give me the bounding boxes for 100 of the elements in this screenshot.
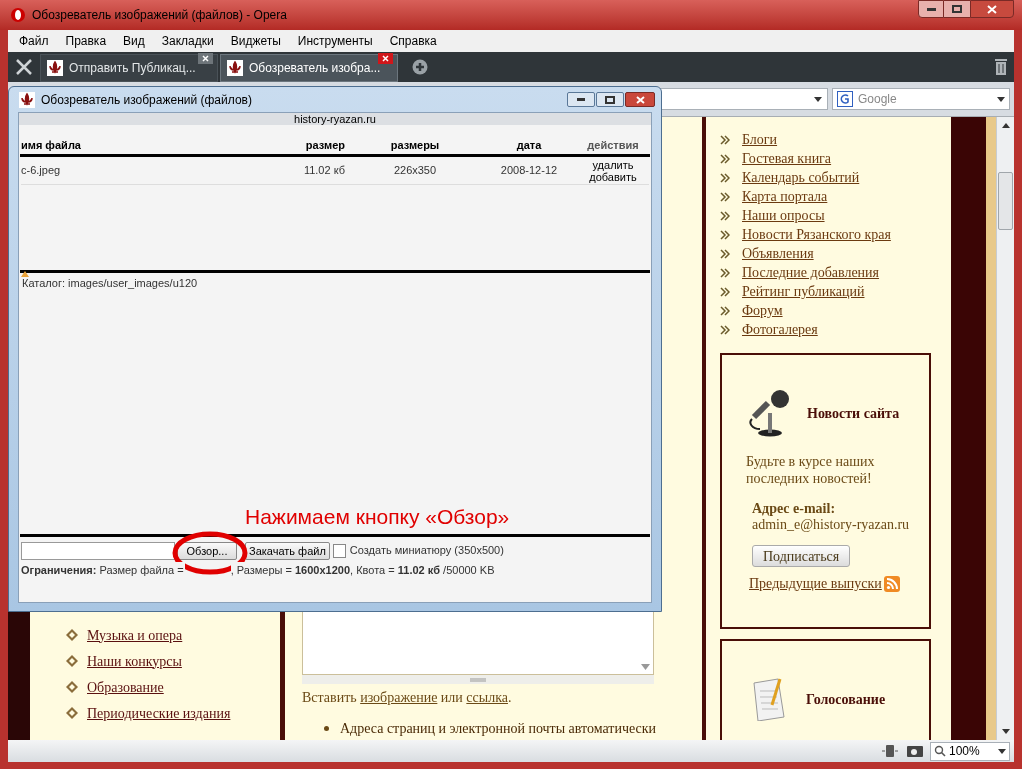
notepad-icon	[752, 677, 788, 721]
file-path-field[interactable]	[21, 541, 175, 560]
minimize-button[interactable]	[918, 0, 944, 18]
dropdown-arrow-icon[interactable]	[998, 748, 1006, 754]
archive-link[interactable]: Предыдущие выпуски	[749, 573, 882, 594]
table-cell-text: 11.02 кб	[302, 163, 345, 179]
catalog-path: Каталог: images/user_images/u120	[22, 276, 198, 292]
nav-link[interactable]: Календарь событий	[742, 167, 860, 188]
action-link[interactable]: добавить	[589, 170, 637, 183]
double-arrow-bullet-icon	[720, 324, 730, 335]
annotation-text: Нажимаем кнопку «Обзор»	[245, 503, 510, 530]
tab-label: Отправить Публикац...	[69, 60, 196, 77]
add-tab-icon[interactable]	[412, 59, 428, 75]
menu-item[interactable]: Инструменты	[290, 32, 380, 50]
close-icon	[202, 55, 209, 62]
nav-link[interactable]: Фотогалерея	[742, 319, 818, 340]
tab-close-button[interactable]	[198, 53, 213, 64]
double-arrow-bullet-icon	[720, 191, 730, 202]
browser-tab[interactable]: Обозреватель изобра...	[220, 54, 398, 82]
table-cell-text: 226x350	[392, 163, 438, 179]
close-icon	[382, 55, 389, 62]
nav-link[interactable]: Рейтинг публикаций	[742, 281, 865, 302]
column-header: действия	[586, 138, 640, 152]
menu-item[interactable]: Виджеты	[223, 32, 288, 50]
microphone-icon	[746, 389, 792, 437]
zoom-level: 100%	[949, 743, 980, 760]
nav-link[interactable]: Наши опросы	[742, 205, 825, 226]
dropdown-arrow-icon[interactable]	[997, 96, 1005, 102]
subscribe-button[interactable]: Подписаться	[752, 545, 851, 567]
action-link[interactable]: удалить	[592, 158, 634, 171]
tab-close-button[interactable]	[378, 53, 393, 64]
insert-instructions: Вставить изображение или ссылка.	[302, 689, 513, 707]
search-placeholder: Google	[858, 91, 897, 108]
double-arrow-bullet-icon	[720, 267, 730, 278]
nav-link[interactable]: Объявления	[742, 243, 814, 264]
double-arrow-bullet-icon	[720, 210, 730, 221]
column-header: размеры	[389, 138, 441, 152]
nav-link[interactable]: Гостевая книга	[742, 148, 832, 169]
close-button[interactable]	[625, 92, 655, 107]
browser-tab[interactable]: Отправить Публикац...	[40, 54, 218, 82]
maximize-icon	[952, 5, 962, 13]
menu-item[interactable]: Файл	[12, 32, 56, 50]
limits-text: , Размеры = 1600x1200, Квота = 11.02 кб /50000 KB	[230, 561, 495, 578]
minimize-button[interactable]	[567, 92, 595, 107]
device-icon[interactable]	[882, 744, 898, 758]
tab-label: Обозреватель изобра...	[249, 60, 381, 77]
scrollbar[interactable]	[996, 117, 1014, 740]
close-icon	[987, 4, 997, 14]
double-arrow-bullet-icon	[720, 134, 730, 145]
column-header: имя файла	[21, 138, 82, 152]
dropdown-arrow-icon[interactable]	[814, 96, 822, 102]
nav-link[interactable]: Блоги	[742, 129, 778, 150]
fleur-de-lis-icon	[19, 91, 35, 108]
insert-link[interactable]: ссылка	[466, 690, 508, 705]
resize-grip[interactable]	[302, 675, 654, 684]
magnifier-icon	[934, 745, 946, 757]
news-description: Будьте в курсе наших последних новостей!	[746, 453, 876, 487]
maximize-button[interactable]	[944, 0, 970, 18]
google-logo-icon	[837, 91, 853, 107]
trash-icon[interactable]	[994, 58, 1008, 76]
limits-text: Ограничения: Размер файла =	[21, 561, 185, 578]
news-title: Новости сайта	[807, 404, 900, 423]
browser-logo-icon	[10, 7, 26, 23]
maximize-button[interactable]	[596, 92, 624, 107]
close-icon	[635, 95, 645, 104]
double-arrow-bullet-icon	[720, 153, 730, 164]
menu-item[interactable]: Правка	[58, 32, 114, 50]
dialog-title: Обозреватель изображений (файлов)	[41, 91, 252, 109]
double-arrow-bullet-icon	[720, 305, 730, 316]
search-field[interactable]: Google	[832, 88, 1010, 110]
nav-link[interactable]: Форум	[742, 300, 783, 321]
menu-item[interactable]: Закладки	[154, 32, 221, 50]
email-address: admin_e@history-ryazan.ru	[752, 517, 911, 533]
category-link[interactable]: Музыка и опера	[87, 624, 183, 646]
fleur-de-lis-icon	[47, 60, 63, 76]
menu-item[interactable]: Справка	[382, 32, 444, 50]
browse-button[interactable]: Обзор...	[177, 541, 237, 560]
table-cell-text: c-6.jpeg	[21, 163, 62, 179]
poll-title: Голосование	[806, 690, 886, 709]
category-link[interactable]: Образование	[87, 676, 164, 698]
nav-link[interactable]: Новости Рязанского края	[742, 224, 891, 245]
diamond-bullet-icon	[66, 707, 78, 719]
upload-button[interactable]: Закачать файл	[245, 541, 330, 560]
nav-link[interactable]: Последние добавления	[742, 262, 880, 283]
address-field[interactable]	[658, 88, 828, 110]
scroll-down-icon[interactable]	[1001, 729, 1010, 734]
scroll-thumb[interactable]	[998, 172, 1013, 230]
category-link[interactable]: Периодические издания	[87, 702, 231, 724]
close-button[interactable]	[970, 0, 1014, 18]
insert-link[interactable]: изображение	[360, 690, 438, 705]
zoom-field[interactable]: 100%	[930, 741, 1010, 761]
nav-link[interactable]: Карта портала	[742, 186, 828, 207]
scroll-up-icon[interactable]	[1001, 123, 1010, 128]
maximize-icon	[605, 95, 615, 104]
tools-icon[interactable]	[15, 58, 33, 76]
camera-icon[interactable]	[906, 744, 924, 758]
menu-item[interactable]: Вид	[116, 32, 152, 50]
category-link[interactable]: Наши конкурсы	[87, 650, 182, 672]
double-arrow-bullet-icon	[720, 229, 730, 240]
thumbnail-checkbox[interactable]	[332, 543, 346, 558]
